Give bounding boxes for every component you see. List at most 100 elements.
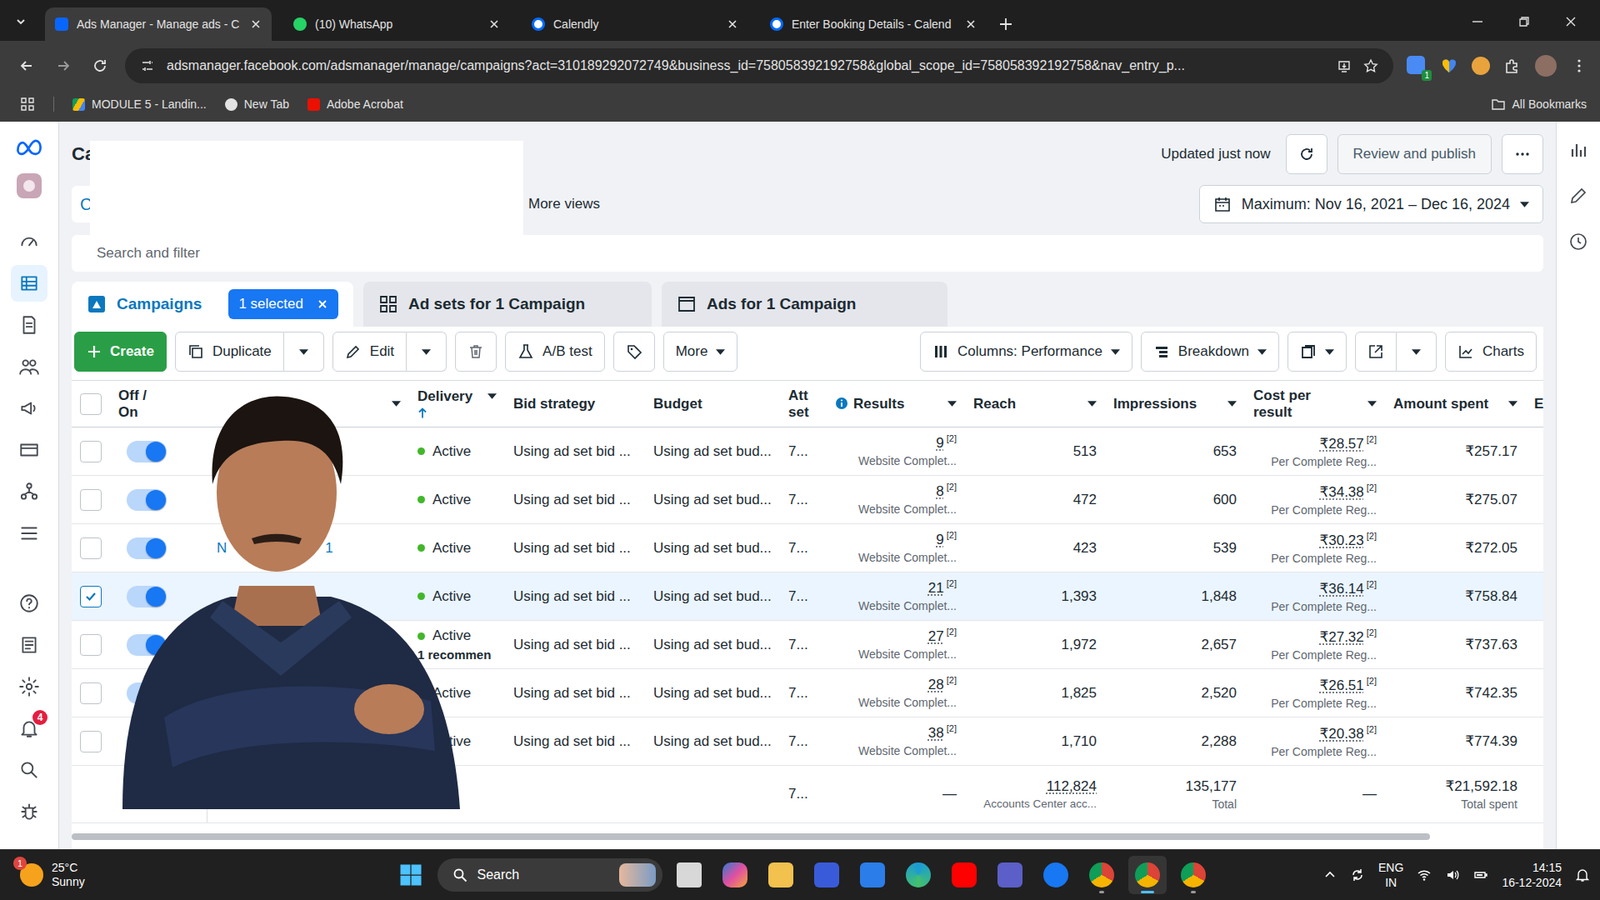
duplicate-menu-button[interactable] — [284, 331, 325, 372]
sort-ascending-icon[interactable] — [417, 406, 428, 420]
back-arrow-icon[interactable] — [18, 57, 35, 75]
select-all-checkbox[interactable] — [80, 393, 102, 415]
taskbar-search[interactable]: Search — [437, 858, 663, 892]
column-menu-caret-icon[interactable] — [947, 400, 957, 407]
info-icon[interactable] — [835, 396, 849, 410]
browser-tab[interactable]: Calendly — [521, 7, 749, 41]
browser-tab[interactable]: (10) WhatsApp — [283, 7, 510, 41]
row-checkbox[interactable] — [80, 634, 102, 656]
minimize-icon[interactable] — [1470, 14, 1485, 30]
column-header[interactable]: Amount spent — [1385, 380, 1526, 427]
apps-grid-icon[interactable] — [20, 96, 35, 112]
campaign-toggle[interactable] — [126, 440, 167, 463]
close-tab-icon[interactable] — [250, 18, 262, 30]
taskbar-app[interactable] — [1174, 855, 1213, 895]
wifi-icon[interactable] — [1416, 867, 1432, 883]
column-header[interactable]: Cost per result — [1245, 380, 1385, 427]
profile-avatar-icon[interactable] — [1535, 55, 1557, 77]
pencil-icon[interactable] — [1568, 185, 1589, 206]
browser-tab[interactable]: Ads Manager - Manage ads - C — [45, 7, 272, 41]
horizontal-scrollbar[interactable] — [71, 833, 1544, 840]
sync-icon[interactable] — [1350, 867, 1365, 883]
close-tab-icon[interactable] — [488, 18, 500, 30]
bookmark-item[interactable]: MODULE 5 - Landin... — [72, 97, 207, 111]
columns-button[interactable]: Columns: Performance — [920, 331, 1133, 372]
column-header[interactable]: Reach — [965, 380, 1105, 427]
sidebar-item[interactable] — [10, 306, 48, 344]
selection-chip[interactable]: 1 selected — [228, 289, 339, 320]
export-menu-button[interactable] — [1396, 331, 1437, 372]
clock-icon[interactable] — [1568, 231, 1589, 252]
taskbar-app[interactable] — [670, 855, 709, 895]
taskbar-app[interactable] — [990, 855, 1030, 895]
taskbar-app[interactable] — [899, 855, 938, 895]
clear-selection-icon[interactable] — [316, 298, 329, 310]
sidebar-item[interactable] — [10, 626, 48, 664]
column-header[interactable]: Bid strategy — [505, 380, 645, 427]
column-menu-caret-icon[interactable] — [1367, 400, 1377, 407]
create-button[interactable]: Create — [74, 331, 167, 372]
row-checkbox[interactable] — [80, 682, 102, 705]
ab-test-button[interactable]: A/B test — [505, 331, 605, 372]
taskbar-app[interactable] — [715, 855, 755, 895]
more-button[interactable]: More — [663, 331, 739, 372]
scrollbar-thumb[interactable] — [71, 833, 1430, 840]
recommendation-note[interactable]: 1 recommen — [417, 647, 497, 662]
delete-button[interactable] — [455, 331, 497, 372]
meta-logo-icon[interactable] — [15, 138, 44, 159]
more-views-button[interactable]: More views — [528, 195, 600, 213]
sidebar-item[interactable] — [10, 223, 48, 260]
more-options-button[interactable] — [1501, 134, 1544, 175]
column-header[interactable]: E — [1525, 380, 1544, 427]
language-indicator[interactable]: ENGIN — [1378, 860, 1404, 890]
bookmark-star-icon[interactable] — [1363, 58, 1379, 74]
row-checkbox[interactable] — [80, 585, 102, 608]
close-window-icon[interactable] — [1563, 14, 1579, 30]
sidebar-item[interactable] — [10, 390, 48, 427]
install-app-icon[interactable] — [1336, 58, 1352, 74]
taskbar-app[interactable] — [1082, 855, 1121, 895]
sidebar-item[interactable] — [10, 793, 48, 830]
all-bookmarks-button[interactable]: All Bookmarks — [1490, 96, 1587, 112]
battery-icon[interactable] — [1473, 867, 1489, 883]
search-and-filter[interactable]: Search and filter — [71, 235, 1544, 272]
column-header[interactable]: Impressions — [1105, 380, 1245, 427]
duplicate-button[interactable]: Duplicate — [175, 331, 285, 372]
sidebar-item[interactable] — [10, 515, 48, 552]
taskbar-app[interactable] — [1036, 855, 1075, 895]
row-checkbox[interactable] — [80, 537, 102, 560]
charts-button[interactable]: Charts — [1445, 331, 1537, 372]
taskbar-app[interactable] — [1128, 855, 1167, 895]
sidebar-item[interactable] — [10, 431, 48, 469]
chevron-up-icon[interactable] — [1323, 868, 1337, 882]
notification-bell-icon[interactable] — [1575, 867, 1590, 883]
column-header[interactable]: Att set — [785, 380, 827, 427]
clock[interactable]: 14:1516-12-2024 — [1501, 860, 1562, 890]
sidebar-item[interactable] — [10, 348, 48, 385]
reload-icon[interactable] — [91, 57, 109, 75]
level-tab[interactable]: Ad sets for 1 Campaign — [363, 281, 652, 327]
taskbar-app[interactable] — [761, 855, 800, 895]
tab-search-button[interactable] — [8, 9, 34, 35]
campaign-toggle[interactable] — [126, 537, 167, 560]
restore-icon[interactable] — [1516, 14, 1532, 30]
heart-extension-icon[interactable] — [1440, 56, 1459, 75]
sidebar-item[interactable] — [10, 585, 48, 622]
row-checkbox[interactable] — [80, 440, 102, 463]
extension-button[interactable]: 1 — [1406, 55, 1427, 76]
column-header[interactable]: Off / On — [110, 380, 208, 427]
column-menu-caret-icon[interactable] — [1227, 400, 1237, 407]
weather-widget[interactable]: 125°CSunny — [20, 860, 399, 890]
tag-button[interactable] — [613, 331, 655, 372]
level-tab[interactable]: Ads for 1 Campaign — [661, 281, 948, 327]
level-tab[interactable]: Campaigns1 selected — [71, 281, 354, 327]
row-checkbox[interactable] — [80, 730, 102, 753]
column-header[interactable]: Budget — [645, 380, 785, 427]
puzzle-icon[interactable] — [1503, 56, 1522, 75]
column-menu-caret-icon[interactable] — [1508, 400, 1518, 407]
taskbar-app[interactable] — [807, 855, 846, 895]
column-menu-caret-icon[interactable] — [487, 393, 497, 400]
browser-menu-icon[interactable] — [1570, 56, 1589, 75]
forward-arrow-icon[interactable] — [55, 57, 72, 75]
edit-button[interactable]: Edit — [332, 331, 407, 372]
